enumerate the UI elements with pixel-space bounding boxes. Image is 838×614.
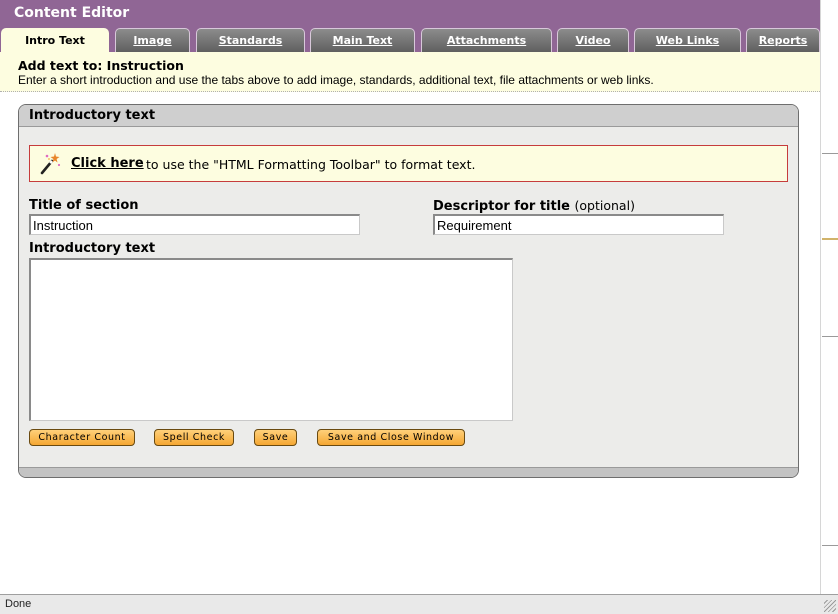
- tab-standards[interactable]: Standards: [196, 28, 305, 52]
- status-bar: Done: [0, 594, 838, 614]
- descriptor-label: Descriptor for title (optional): [433, 198, 635, 214]
- edge-line: [822, 336, 838, 337]
- resize-grip[interactable]: [824, 600, 836, 612]
- formatting-toolbar-notice: Click here to use the "HTML Formatting T…: [29, 145, 788, 182]
- tab-image[interactable]: Image: [115, 28, 190, 52]
- intro-text-panel: Introductory text Click here to use the …: [18, 104, 799, 478]
- intro-description: Enter a short introduction and use the t…: [18, 73, 654, 87]
- tab-reports[interactable]: Reports: [746, 28, 820, 52]
- section-title-input[interactable]: [29, 214, 360, 235]
- intro-heading: Add text to: Instruction: [18, 58, 184, 73]
- window-title: Content Editor: [14, 5, 130, 21]
- descriptor-label-text: Descriptor for title: [433, 199, 570, 214]
- tab-video[interactable]: Video: [557, 28, 629, 52]
- background-window-edge: [820, 0, 838, 594]
- tab-main-text[interactable]: Main Text: [310, 28, 415, 52]
- character-count-button[interactable]: Character Count: [29, 429, 135, 446]
- status-text: Done: [5, 598, 32, 610]
- edge-line: [822, 545, 838, 546]
- intro-text-area[interactable]: [29, 258, 513, 421]
- descriptor-input[interactable]: [433, 214, 724, 235]
- title-bar: Content Editor Intro Text Image Standard…: [0, 0, 820, 53]
- save-and-close-button[interactable]: Save and Close Window: [317, 429, 465, 446]
- tab-attachments[interactable]: Attachments: [421, 28, 552, 52]
- tab-intro-text[interactable]: Intro Text: [1, 28, 109, 53]
- panel-footer: [19, 467, 798, 477]
- tab-bar: Intro Text Image Standards Main Text Att…: [0, 28, 820, 53]
- section-title-label: Title of section: [29, 198, 139, 213]
- intro-text-label: Introductory text: [29, 241, 156, 256]
- magic-wand-icon: [40, 153, 61, 175]
- save-button[interactable]: Save: [254, 429, 297, 446]
- formatting-toolbar-text: to use the "HTML Formatting Toolbar" to …: [146, 157, 476, 172]
- panel-title: Introductory text: [19, 105, 798, 127]
- intro-banner: Add text to: Instruction Enter a short i…: [0, 52, 820, 92]
- formatting-toolbar-link[interactable]: Click here: [71, 156, 144, 171]
- spell-check-button[interactable]: Spell Check: [154, 429, 234, 446]
- tab-web-links[interactable]: Web Links: [634, 28, 741, 52]
- edge-line: [822, 153, 838, 154]
- optional-hint: (optional): [574, 198, 635, 213]
- edge-line: [822, 238, 838, 240]
